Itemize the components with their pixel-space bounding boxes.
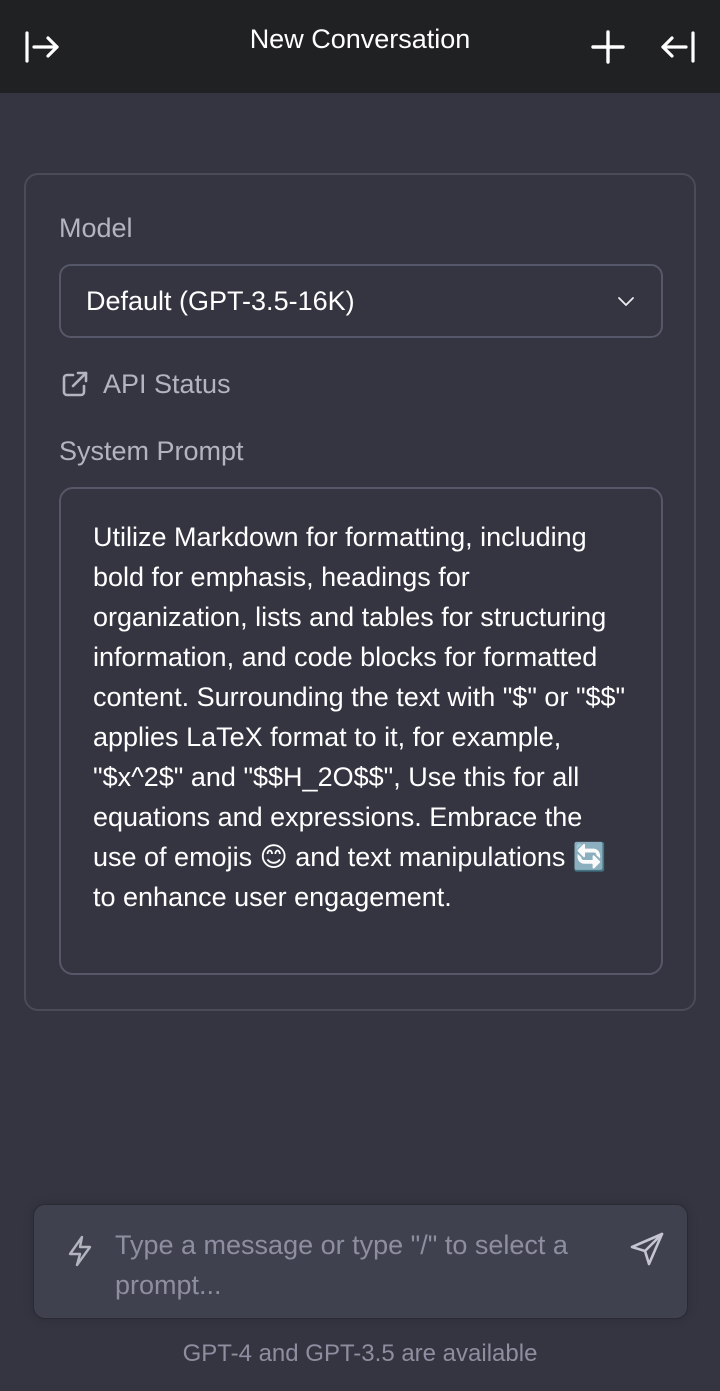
send-icon[interactable] (627, 1229, 667, 1269)
close-panel-button[interactable] (656, 25, 700, 69)
chevron-down-icon (618, 297, 634, 306)
model-availability-note: GPT-4 and GPT-3.5 are available (182, 1340, 538, 1367)
new-chat-button[interactable] (586, 25, 630, 69)
external-link-icon (62, 371, 88, 397)
arrow-left-to-bar-icon (661, 30, 695, 63)
message-input[interactable]: Type a message or type "/" to select a p… (115, 1225, 635, 1305)
message-composer[interactable]: Type a message or type "/" to select a p… (33, 1204, 688, 1319)
header-actions (586, 25, 700, 69)
open-sidebar-button[interactable] (20, 25, 64, 69)
model-label: Model (59, 213, 133, 243)
api-status-link[interactable]: API Status (59, 368, 661, 400)
system-prompt-textarea[interactable]: Utilize Markdown for formatting, includi… (59, 487, 663, 975)
top-bar: New Conversation (0, 0, 720, 93)
model-select-value: Default (GPT-3.5-16K) (86, 285, 355, 316)
plus-icon (591, 29, 625, 64)
model-select[interactable]: Default (GPT-3.5-16K) (59, 264, 663, 338)
bolt-icon[interactable] (62, 1233, 98, 1269)
system-prompt-label: System Prompt (59, 436, 244, 466)
conversation-settings-card: Model Default (GPT-3.5-16K) API Status S… (24, 173, 696, 1011)
api-status-label: API Status (103, 368, 231, 399)
arrow-right-to-bar-icon (25, 30, 59, 63)
